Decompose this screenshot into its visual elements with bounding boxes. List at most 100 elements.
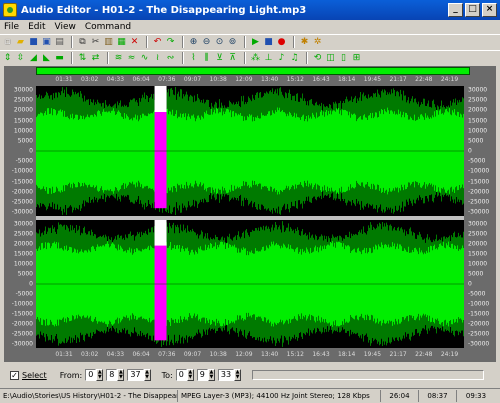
status-position: 08:37	[419, 389, 457, 402]
menu-command[interactable]: Command	[85, 22, 131, 32]
select-checkbox[interactable]: ✓	[10, 370, 19, 380]
range-selector: ✓ Select From: 0 ▲ ▼ 8 ▲ ▼ 37 ▲ ▼ To: 0 ▲ ▼ 9 ▲ ▼ …	[4, 364, 496, 386]
menu-file[interactable]: File	[4, 22, 19, 32]
amplitude-label: -15000	[11, 310, 33, 318]
amplitude-label: 20000	[13, 240, 33, 248]
maximize-button[interactable]: □	[465, 3, 480, 17]
save-as-icon[interactable]: ▣	[41, 37, 52, 48]
time-ruler-top: 01:31 03:02 04:33 06:04 07:36 09:07 10:38 12:09…	[36, 76, 468, 84]
print-icon[interactable]: ▤	[54, 37, 65, 48]
stop-icon[interactable]: ■	[263, 37, 274, 48]
from-minutes-stepper[interactable]: 8 ▲ ▼	[106, 369, 125, 381]
echo-icon[interactable]: ≋	[113, 53, 124, 64]
stepper-arrows-icon[interactable]: ▲ ▼	[186, 369, 194, 381]
eq-icon[interactable]: ⫼	[201, 53, 212, 64]
redo-icon[interactable]: ↷	[165, 37, 176, 48]
fade-in-icon[interactable]: ◢	[28, 53, 39, 64]
stepper-arrows-icon[interactable]: ▲ ▼	[234, 369, 242, 381]
chorus-icon[interactable]: ∿	[139, 53, 150, 64]
flanger-icon[interactable]: ≀	[152, 53, 163, 64]
zoom-selection-icon[interactable]: ⊙	[214, 37, 225, 48]
pitch-icon[interactable]: ♪	[276, 53, 287, 64]
stereo-icon[interactable]: ◫	[325, 53, 336, 64]
stepper-arrows-icon[interactable]: ▲ ▼	[143, 369, 151, 381]
filter-icon[interactable]: ⊻	[214, 53, 225, 64]
time-tick-label: 18:14	[338, 76, 356, 83]
amplitude-label: 5000	[17, 137, 33, 145]
to-hours-stepper[interactable]: 0 ▲ ▼	[175, 369, 194, 381]
resample-icon[interactable]: ⟲	[312, 53, 323, 64]
bandpass-icon[interactable]: ⊼	[227, 53, 238, 64]
menu-view[interactable]: View	[55, 22, 76, 32]
amplitude-label: 30000	[468, 86, 488, 94]
to-seconds-stepper[interactable]: 33 ▲ ▼	[217, 369, 242, 381]
channel-icon[interactable]: ⊞	[351, 53, 362, 64]
from-hours-stepper[interactable]: 0 ▲ ▼	[85, 369, 104, 381]
amplify-icon[interactable]: ⇕	[2, 53, 13, 64]
amplitude-label: 10000	[13, 260, 33, 268]
amplitude-label: 15000	[468, 117, 488, 124]
effects-icon[interactable]: ✱	[299, 37, 310, 48]
amplitude-label: 5000	[468, 137, 484, 145]
left-channel-waveform[interactable]	[36, 86, 464, 216]
reverse-icon[interactable]: ⇄	[90, 53, 101, 64]
window-title: Audio Editor - H01-2 - The Disappearing …	[21, 4, 307, 16]
settings-icon[interactable]: ✲	[312, 37, 323, 48]
amplitude-label: -5000	[15, 290, 33, 298]
time-tick-label: 15:12	[286, 351, 304, 358]
invert-icon[interactable]: ⇅	[77, 53, 88, 64]
record-icon[interactable]: ●	[276, 37, 287, 48]
time-tick-label: 22:48	[415, 76, 433, 83]
copy-icon[interactable]: ⧉	[77, 37, 88, 48]
main-toolbar: ▫ ▰ ■ ▣ ▤ ⧉ ✂ ▥ ▦ ✕ ↶ ↷ ⊕ ⊖ ⊙ ⊚ ▶ ■ ● ✱ …	[0, 34, 500, 49]
paste-mix-icon[interactable]: ▦	[116, 37, 127, 48]
right-channel-waveform[interactable]	[36, 220, 464, 348]
normalize-icon[interactable]: ⇳	[15, 53, 26, 64]
amplitude-label: 25000	[468, 96, 488, 104]
cut-icon[interactable]: ✂	[90, 37, 101, 48]
from-label: From:	[59, 370, 83, 380]
from-seconds-stepper[interactable]: 37 ▲ ▼	[127, 369, 151, 381]
overview-scrollbar[interactable]	[36, 67, 470, 75]
amplitude-label: 25000	[13, 230, 33, 238]
stepper-arrows-icon[interactable]: ▲ ▼	[207, 369, 215, 381]
play-icon[interactable]: ▶	[250, 37, 261, 48]
undo-icon[interactable]: ↶	[152, 37, 163, 48]
zoom-in-icon[interactable]: ⊕	[188, 37, 199, 48]
zoom-out-icon[interactable]: ⊖	[201, 37, 212, 48]
reverb-icon[interactable]: ≈	[126, 53, 137, 64]
delete-icon[interactable]: ✕	[129, 37, 140, 48]
amplitude-label: -15000	[11, 178, 33, 185]
amplitude-axis-left: 30000 25000 20000 15000 10000 5000 0 -5000 -1000…	[4, 66, 36, 362]
close-button[interactable]: ×	[482, 3, 497, 17]
menu-edit[interactable]: Edit	[28, 22, 45, 32]
amplitude-label: -20000	[468, 320, 490, 328]
fade-out-icon[interactable]: ◣	[41, 53, 52, 64]
tempo-icon[interactable]: ♫	[289, 53, 300, 64]
menu-bar: File Edit View Command	[0, 20, 500, 34]
silence-icon[interactable]: ▬	[54, 53, 65, 64]
mono-icon[interactable]: ▯	[338, 53, 349, 64]
time-tick-label: 21:17	[389, 351, 407, 358]
noise-icon[interactable]: ⁂	[250, 53, 261, 64]
amplitude-label: -25000	[468, 330, 490, 338]
open-icon[interactable]: ▰	[15, 37, 26, 48]
stepper-arrows-icon[interactable]: ▲ ▼	[117, 369, 125, 381]
paste-icon[interactable]: ▥	[103, 37, 114, 48]
status-file-path: E:\Audio\Stories\US History\H01-2 - The …	[0, 389, 178, 402]
zoom-all-icon[interactable]: ⊚	[227, 37, 238, 48]
to-minutes-stepper[interactable]: 9 ▲ ▼	[196, 369, 215, 381]
time-tick-label: 22:48	[415, 351, 433, 358]
save-icon[interactable]: ■	[28, 37, 39, 48]
vibrato-icon[interactable]: ⌇	[188, 53, 199, 64]
amplitude-label: -25000	[11, 198, 33, 206]
dc-offset-icon[interactable]: ⊥	[263, 53, 274, 64]
toolbar-separator	[182, 52, 184, 64]
minimize-button[interactable]: _	[448, 3, 463, 17]
time-tick-label: 12:09	[235, 351, 253, 358]
time-tick-label: 10:38	[209, 76, 227, 83]
stepper-arrows-icon[interactable]: ▲ ▼	[96, 369, 104, 381]
delay-icon[interactable]: ∾	[165, 53, 176, 64]
amplitude-label: -10000	[11, 167, 33, 175]
new-icon[interactable]: ▫	[2, 37, 13, 48]
